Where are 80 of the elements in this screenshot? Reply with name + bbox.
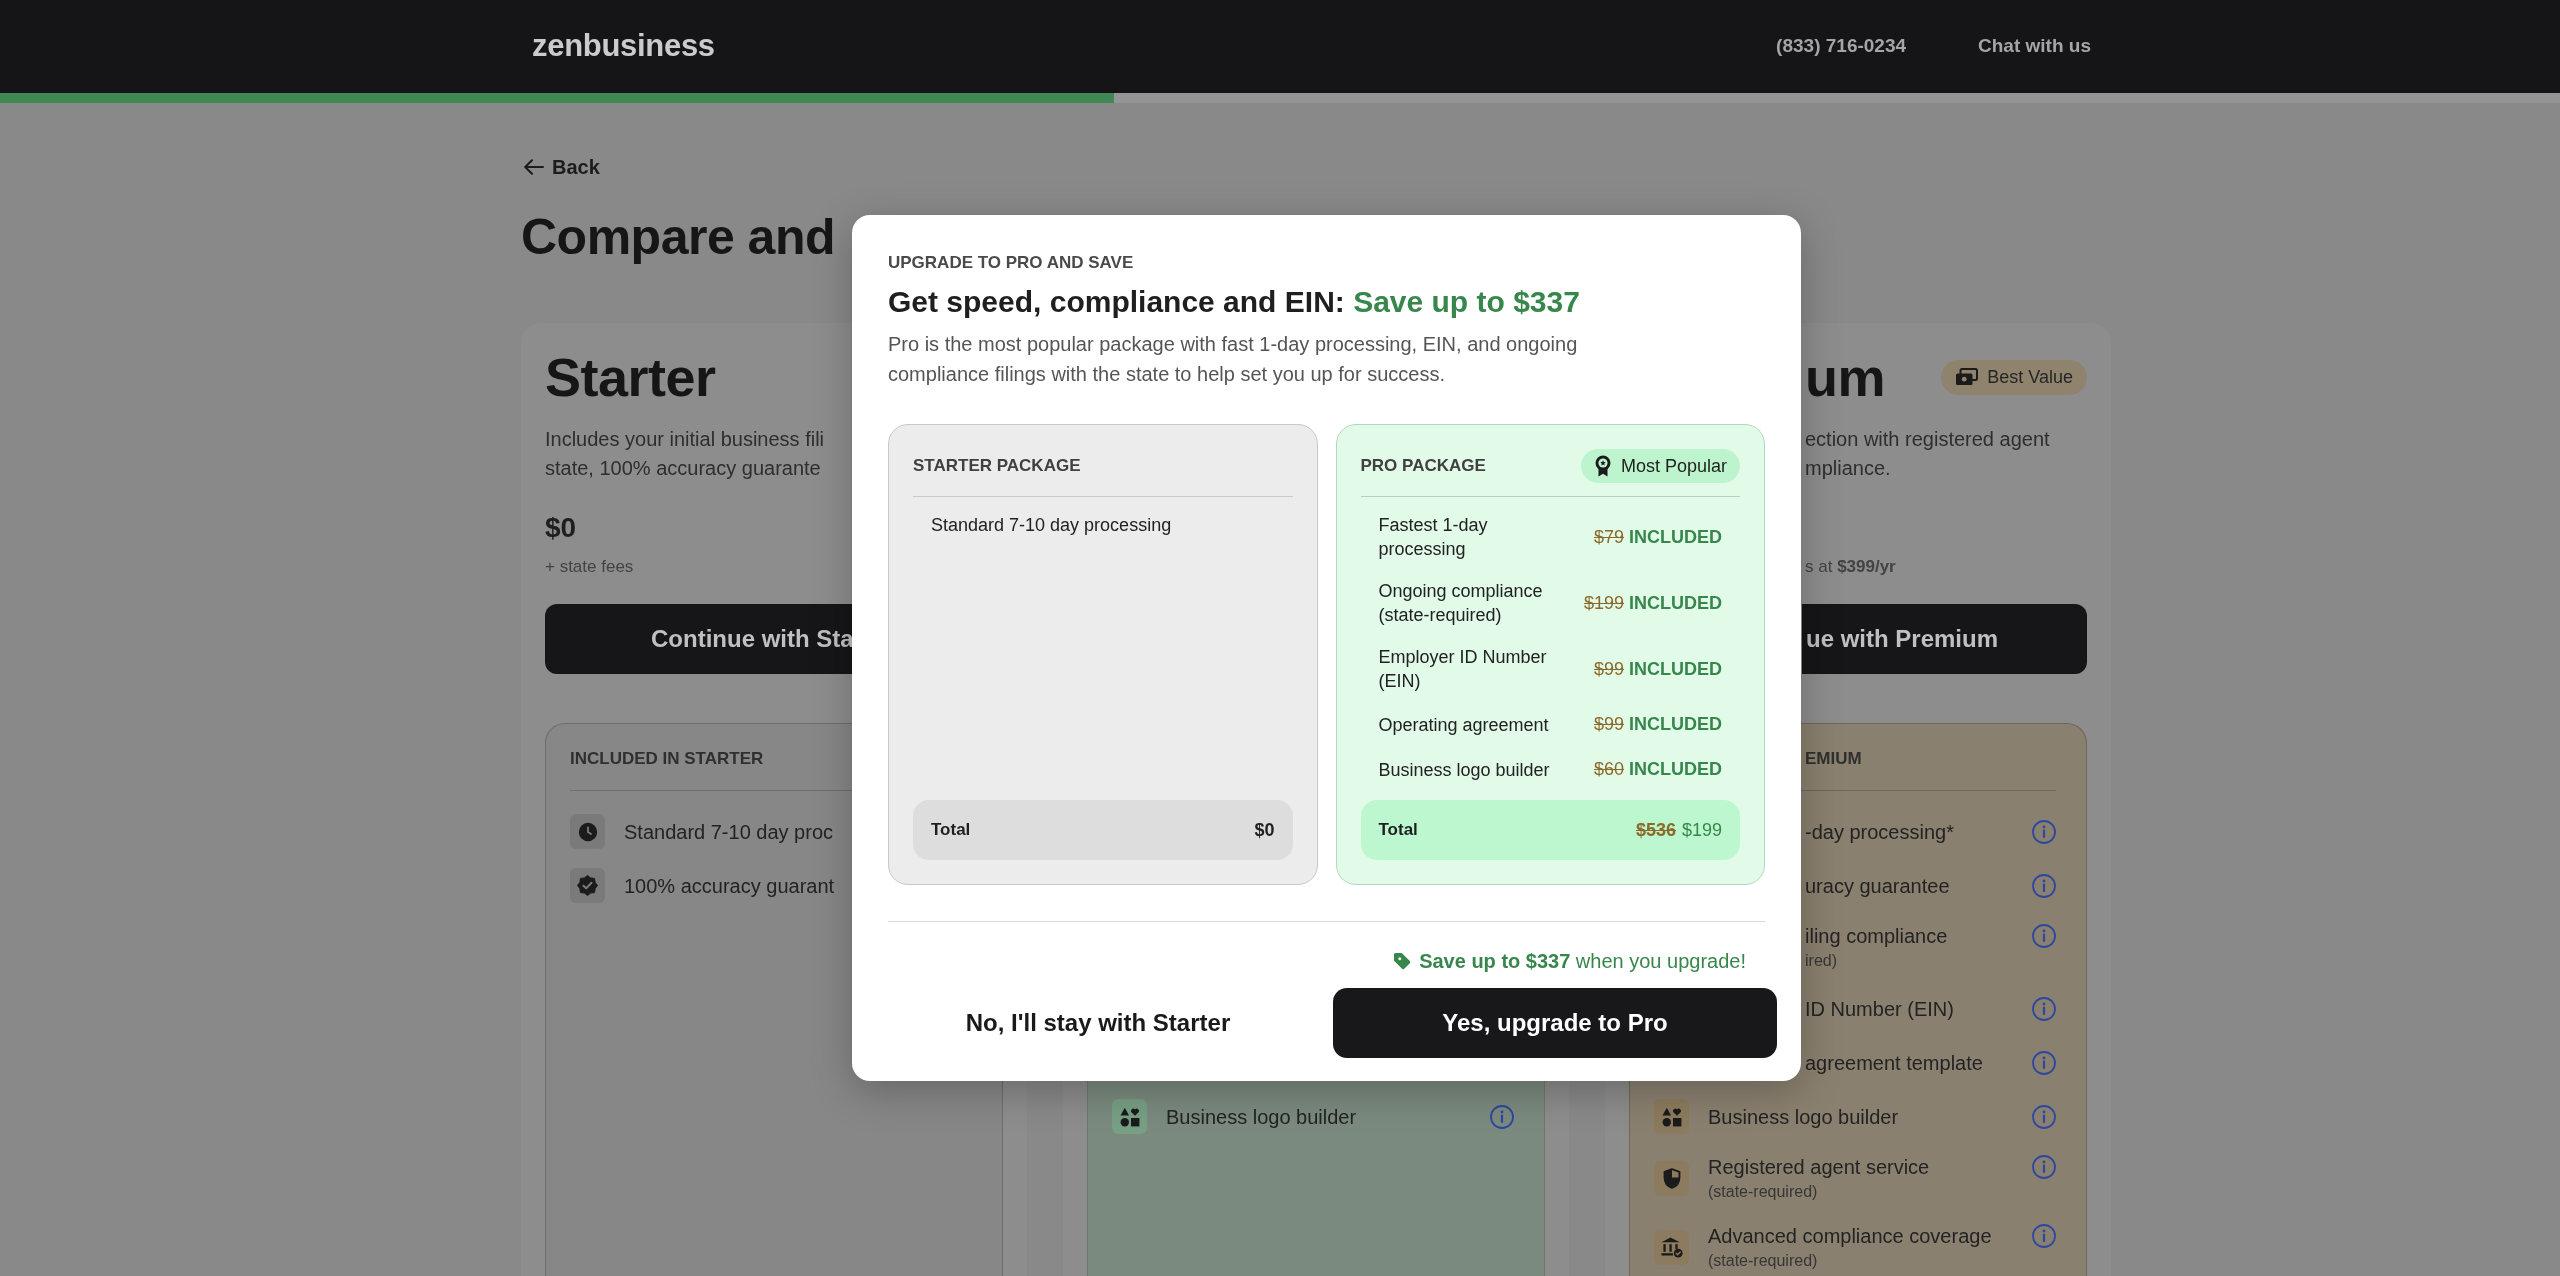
feature-name: Business logo builder [1166, 1104, 1357, 1130]
dialog-description: Pro is the most popular package with fast 1-day processing, EIN, and ongoing compliance filings with the state to help set you up for success. [888, 332, 1579, 387]
plan-price: $0 [545, 511, 577, 545]
feature-name: iling compliance [1805, 924, 1948, 949]
plan-title: Starter [545, 350, 716, 404]
panel-heading: EMIUM [1805, 748, 1862, 770]
check-badge-icon [570, 868, 605, 903]
total-label: Total [1378, 819, 1418, 842]
included-label: INCLUDED [1629, 525, 1722, 549]
info-icon[interactable] [2032, 819, 2056, 844]
feature-name: uracy guarantee [1805, 873, 1950, 899]
package-heading: PRO PACKAGE [1360, 455, 1486, 478]
cash-icon [1955, 368, 1979, 386]
tag-icon [1393, 952, 1412, 970]
info-icon[interactable] [2032, 1155, 2056, 1179]
info-icon[interactable] [2032, 1050, 2056, 1075]
feature-name: Standard 7-10 day proc [624, 819, 834, 845]
continue-button[interactable]: ue with Premium [1802, 604, 2087, 674]
feature-note: ired) [1805, 951, 1837, 971]
info-icon[interactable] [2032, 1224, 2056, 1248]
feature-name: Business logo builder [1378, 758, 1551, 782]
decline-button[interactable]: No, I'll stay with Starter [965, 1008, 1231, 1038]
original-price: $60 [1593, 758, 1624, 781]
info-icon[interactable] [2032, 996, 2056, 1021]
feature-name: Ongoing compliance (state-required) [1378, 580, 1544, 627]
total-price: $199 [1681, 818, 1722, 842]
savings-note: Save up to $337 when you upgrade! [1419, 949, 1746, 974]
original-price: $79 [1593, 525, 1624, 549]
feature-name: 100% accuracy guarant [624, 873, 835, 899]
shapes-icon [1654, 1099, 1689, 1134]
original-price: $199 [1583, 591, 1624, 615]
included-label: INCLUDED [1629, 657, 1722, 681]
bank-icon [1654, 1229, 1689, 1265]
plan-title: um [1805, 350, 1885, 404]
feature-name: ID Number (EIN) [1805, 996, 1954, 1022]
feature-name: Employer ID Number (EIN) [1378, 646, 1548, 693]
feature-name: Business logo builder [1708, 1104, 1899, 1130]
included-label: INCLUDED [1629, 591, 1722, 615]
original-price: $536 [1635, 818, 1676, 842]
award-icon [1593, 455, 1612, 477]
dialog-eyebrow: UPGRADE TO PRO AND SAVE [888, 252, 1134, 274]
included-label: INCLUDED [1629, 713, 1722, 736]
info-icon[interactable] [2032, 924, 2056, 948]
logo[interactable]: zenbusiness [532, 23, 715, 70]
original-price: $99 [1593, 657, 1624, 681]
info-icon[interactable] [1490, 1104, 1514, 1129]
feature-name: agreement template [1805, 1050, 1983, 1076]
plan-description: ection with registered agent mpliance. [1805, 427, 2050, 481]
shapes-icon [1112, 1099, 1147, 1134]
continue-button[interactable]: Continue with Sta [545, 604, 852, 674]
chat-link[interactable]: Chat with us [1978, 32, 2091, 61]
price-note: s at $399/yr [1805, 556, 1896, 578]
panel-heading: INCLUDED IN STARTER [570, 748, 764, 770]
total-price: $0 [1254, 818, 1275, 842]
feature-name: Advanced compliance coverage [1708, 1224, 1992, 1249]
info-icon[interactable] [2032, 873, 2056, 898]
back-arrow-icon [524, 159, 544, 175]
dialog-title: Get speed, compliance and EIN: Save up to $337 [888, 284, 1580, 320]
feature-note: (state-required) [1708, 1251, 1818, 1271]
tag-text: Best Value [1987, 365, 2073, 389]
feature-name: Fastest 1-day processing [1378, 514, 1489, 561]
plan-description: Includes your initial business fili state, 100% accuracy guarante [545, 427, 825, 481]
package-heading: STARTER PACKAGE [913, 455, 1081, 478]
feature-note: (state-required) [1708, 1182, 1818, 1202]
included-label: INCLUDED [1629, 758, 1722, 781]
feature-name: -day processing* [1805, 819, 1954, 845]
page-title: Compare and [521, 208, 835, 267]
shield-icon [1654, 1160, 1689, 1196]
info-icon[interactable] [2032, 1104, 2056, 1129]
feature-name: Registered agent service [1708, 1155, 1930, 1180]
tag-text: Most Popular [1620, 454, 1727, 478]
feature-name: Standard 7-10 day processing [931, 514, 1172, 537]
phone-link[interactable]: (833) 716-0234 [1776, 32, 1907, 61]
total-label: Total [931, 819, 971, 842]
upgrade-button[interactable]: Yes, upgrade to Pro [1333, 988, 1777, 1058]
back-link[interactable]: Back [524, 155, 600, 179]
price-note: + state fees [545, 556, 634, 578]
feature-name: Operating agreement [1378, 713, 1550, 737]
clock-icon [570, 814, 605, 849]
original-price: $99 [1593, 713, 1624, 736]
